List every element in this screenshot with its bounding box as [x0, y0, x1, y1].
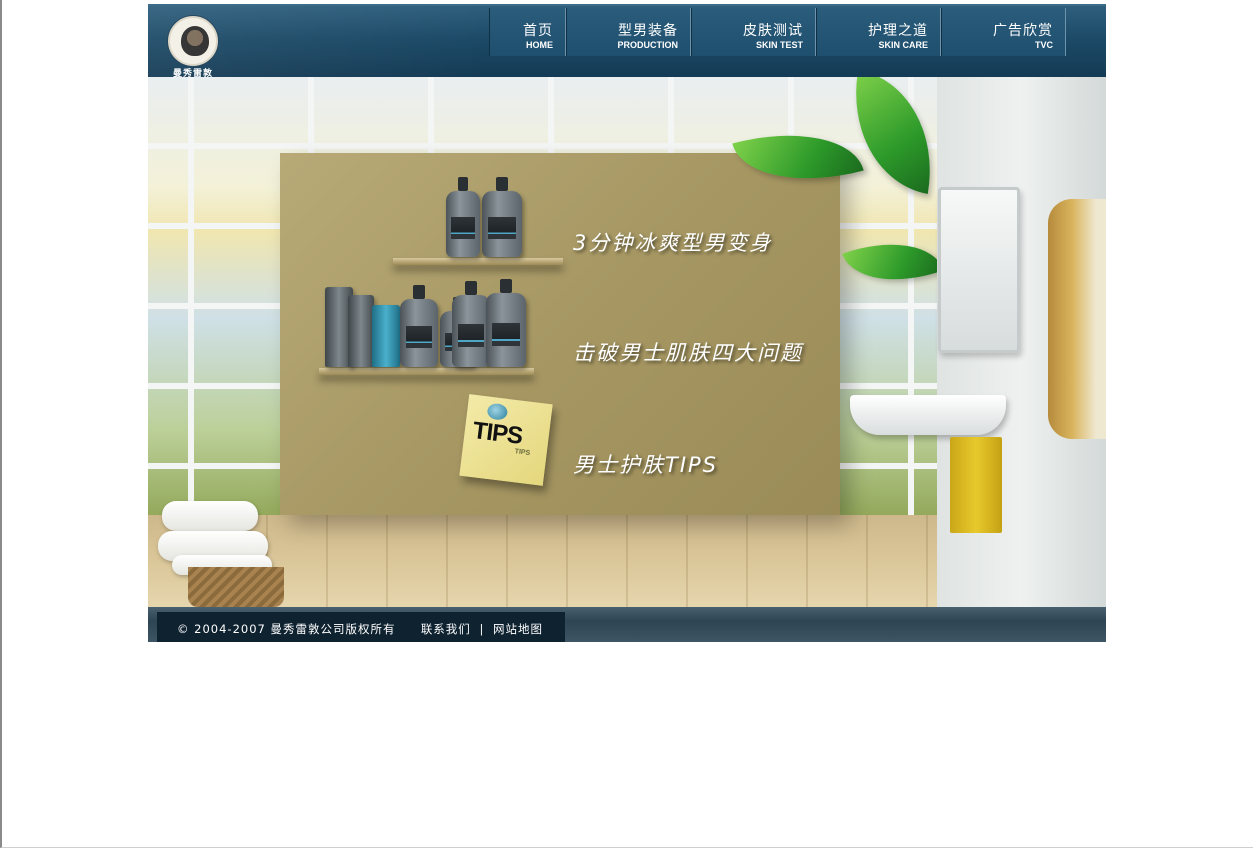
white-towel	[162, 501, 258, 531]
product-bottle[interactable]	[400, 285, 438, 367]
site-container: 曼秀雷敦 首页 HOME 型男装备 PRODUCTION 皮肤测试 SKIN T…	[148, 4, 1106, 642]
main-nav: 首页 HOME 型男装备 PRODUCTION 皮肤测试 SKIN TEST 护…	[489, 8, 1066, 58]
nav-label-en: SKIN TEST	[755, 40, 803, 50]
hero-link-skin-tips[interactable]: 男士护肤TIPS	[573, 449, 718, 479]
nav-item-production[interactable]: 型男装备 PRODUCTION	[566, 8, 691, 56]
hero-link-transform[interactable]: 3分钟冰爽型男变身	[573, 227, 772, 257]
logo-badge	[168, 16, 218, 66]
upper-shelf	[393, 258, 563, 265]
nav-label-cn: 广告欣赏	[993, 23, 1053, 39]
nav-label-en: HOME	[526, 40, 553, 50]
header: 曼秀雷敦 首页 HOME 型男装备 PRODUCTION 皮肤测试 SKIN T…	[148, 4, 1106, 79]
wall-niche	[1048, 199, 1106, 439]
towel-basket	[148, 497, 288, 607]
product-tube[interactable]	[348, 295, 374, 367]
product-bottle[interactable]	[446, 177, 480, 257]
hero-link-skin-problems[interactable]: 击破男士肌肤四大问题	[573, 337, 803, 367]
nav-label-en: SKIN CARE	[878, 40, 928, 50]
mirror	[938, 187, 1020, 353]
nav-label-cn: 首页	[523, 23, 553, 39]
nav-item-skin-care[interactable]: 护理之道 SKIN CARE	[816, 8, 941, 56]
footer-separator: |	[479, 622, 485, 636]
nav-item-skin-test[interactable]: 皮肤测试 SKIN TEST	[691, 8, 816, 56]
yellow-towel	[950, 437, 1002, 533]
nav-label-cn: 型男装备	[618, 23, 678, 39]
product-bottle[interactable]	[486, 279, 526, 367]
product-tube[interactable]	[372, 305, 400, 367]
hero-scene: TIPS TIPS 3分钟冰爽型男变身 击破男士肌肤四大问题 男士护肤TIPS	[148, 77, 1106, 607]
tips-note-title: TIPS	[471, 416, 524, 450]
logo-portrait-icon	[181, 26, 209, 56]
nav-item-tvc[interactable]: 广告欣赏 TVC	[941, 8, 1066, 56]
footer-text: © 2004-2007 曼秀雷敦公司版权所有 联系我们 | 网站地图	[177, 621, 543, 637]
nav-label-cn: 皮肤测试	[743, 23, 803, 39]
contact-us-link[interactable]: 联系我们	[421, 622, 471, 636]
copyright-text: © 2004-2007 曼秀雷敦公司版权所有	[177, 622, 396, 636]
sink	[850, 395, 1006, 435]
lower-shelf	[319, 368, 534, 375]
nav-label-en: TVC	[1035, 40, 1053, 50]
brand-logo[interactable]: 曼秀雷敦	[166, 16, 220, 79]
wicker-basket	[188, 567, 284, 607]
footer-bar: © 2004-2007 曼秀雷敦公司版权所有 联系我们 | 网站地图	[157, 612, 565, 642]
footer: © 2004-2007 曼秀雷敦公司版权所有 联系我们 | 网站地图	[148, 607, 1106, 642]
nav-label-en: PRODUCTION	[617, 40, 679, 50]
sitemap-link[interactable]: 网站地图	[493, 622, 543, 636]
nav-label-cn: 护理之道	[868, 23, 928, 39]
product-bottle[interactable]	[452, 281, 490, 367]
nav-item-home[interactable]: 首页 HOME	[489, 8, 566, 56]
tips-sticky-note[interactable]: TIPS TIPS	[459, 394, 553, 486]
product-bottle[interactable]	[482, 177, 522, 257]
tips-note-subtitle: TIPS	[514, 448, 531, 458]
